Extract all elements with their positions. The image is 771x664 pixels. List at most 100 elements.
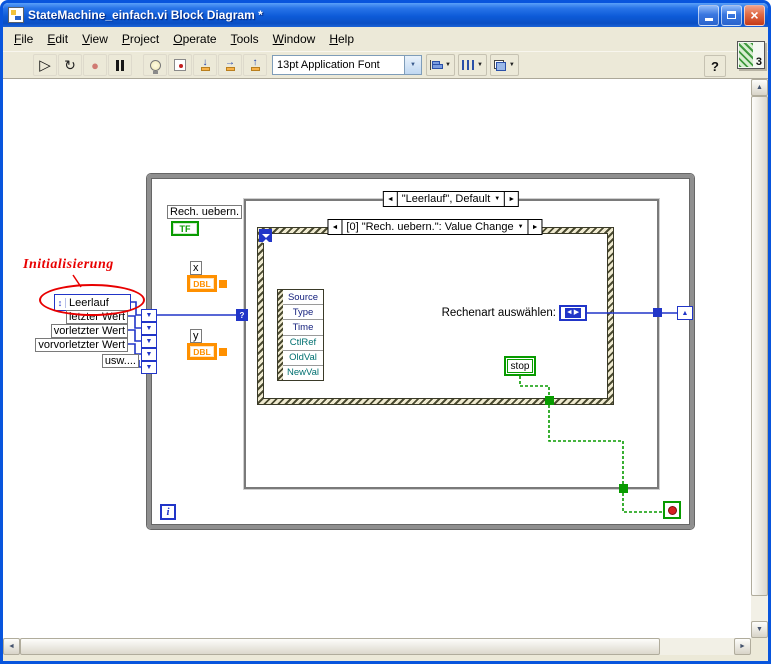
vi-icon-pattern (739, 43, 753, 67)
event-data-item[interactable]: Type (283, 305, 323, 321)
lightbulb-icon (149, 59, 161, 74)
titlebar[interactable]: StateMachine_einfach.vi Block Diagram * … (3, 3, 768, 27)
event-dropdown-icon[interactable]: ▼ (518, 224, 524, 230)
run-icon: ▷ (39, 56, 51, 74)
context-help-button[interactable]: ? (704, 55, 726, 77)
case-dropdown-icon[interactable]: ▼ (494, 196, 500, 202)
event-next-arrow[interactable]: ► (527, 220, 542, 234)
rech-uebern-terminal[interactable]: TF (171, 221, 199, 236)
retain-wire-values-icon (174, 59, 186, 71)
step-out-icon: ↑ (250, 58, 260, 71)
maximize-button[interactable] (721, 4, 742, 26)
case-prev-arrow[interactable]: ◄ (384, 192, 398, 206)
stop-wire-3 (622, 493, 663, 513)
stop-sign-icon (667, 505, 677, 515)
font-selector[interactable]: 13pt Application Font ▼ (272, 55, 422, 75)
retain-wire-values-button[interactable] (168, 54, 192, 76)
horizontal-scrollbar[interactable]: ◄ ► (3, 638, 751, 655)
shift-register-left-4[interactable]: ▼ (141, 348, 157, 361)
step-over-button[interactable]: → (218, 54, 242, 76)
case-selector-label[interactable]: ◄ "Leerlauf", Default ▼ ► (382, 191, 520, 207)
event-data-item[interactable]: OldVal (283, 350, 323, 366)
shift-register-left-3[interactable]: ▼ (141, 335, 157, 348)
reorder-dropdown-arrow: ▼ (508, 62, 515, 68)
menu-operate[interactable]: Operate (166, 29, 223, 49)
labview-window: StateMachine_einfach.vi Block Diagram * … (0, 0, 771, 664)
run-button[interactable]: ▷ (33, 54, 57, 76)
ring-control-terminal[interactable]: ◄▶ (559, 305, 587, 321)
step-out-button[interactable]: ↑ (243, 54, 267, 76)
menu-edit[interactable]: Edit (40, 29, 75, 49)
stop-button-label: stop (507, 359, 533, 373)
menu-window[interactable]: Window (266, 29, 323, 49)
align-dropdown-arrow: ▼ (445, 62, 451, 68)
menu-file[interactable]: File (7, 29, 40, 49)
event-prev-arrow[interactable]: ◄ (328, 220, 343, 234)
scroll-right-button[interactable]: ► (734, 638, 751, 655)
run-continuous-button[interactable]: ↻ (58, 54, 82, 76)
block-diagram-canvas[interactable]: ◄ "Leerlauf", Default ▼ ► ◄ [0] "Rech. ue… (3, 79, 751, 638)
hourglass-icon (261, 233, 270, 243)
reorder-objects-button[interactable]: ▼ (489, 54, 519, 76)
menu-help[interactable]: Help (322, 29, 361, 49)
free-label-vorletzter-wert[interactable]: vorletzter Wert (50, 324, 128, 338)
stop-wire-2 (548, 405, 624, 484)
y-label[interactable]: y (190, 329, 202, 343)
event-selector-label[interactable]: ◄ [0] "Rech. uebern.": Value Change ▼ ► (327, 219, 543, 235)
menu-view[interactable]: View (75, 29, 115, 49)
event-data-item[interactable]: Time (283, 320, 323, 336)
minimize-button[interactable] (698, 4, 719, 26)
event-data-item[interactable]: CtlRef (283, 335, 323, 351)
abort-button[interactable]: ● (83, 54, 107, 76)
font-selector-dropdown[interactable]: ▼ (404, 56, 421, 74)
event-tunnel[interactable] (545, 396, 554, 405)
step-over-icon: → (225, 58, 235, 71)
case-next-arrow[interactable]: ► (504, 192, 518, 206)
annotation-text[interactable]: Initialisierung (23, 257, 114, 273)
font-selector-value: 13pt Application Font (277, 59, 380, 71)
event-data-node[interactable]: Source Type Time CtlRef OldVal NewVal (277, 289, 324, 381)
x-label[interactable]: x (190, 261, 202, 275)
case-tunnel[interactable] (619, 484, 628, 493)
shift-register-left-5[interactable]: ▼ (141, 361, 157, 374)
shift-register-right[interactable]: ▲ (677, 306, 693, 320)
distribute-objects-button[interactable]: ▼ (457, 54, 487, 76)
step-into-button[interactable]: ↓ (193, 54, 217, 76)
scroll-down-button[interactable]: ▼ (751, 621, 768, 638)
rech-uebern-label[interactable]: Rech. uebern. (167, 205, 243, 219)
run-continuous-icon: ↻ (64, 57, 76, 73)
case-selector-terminal[interactable]: ? (236, 309, 248, 321)
menu-project[interactable]: Project (115, 29, 166, 49)
y-terminal[interactable]: DBL (187, 343, 217, 360)
vertical-scroll-thumb[interactable] (751, 96, 768, 596)
align-objects-button[interactable]: ▼ (426, 54, 455, 76)
shift-register-left-2[interactable]: ▼ (141, 322, 157, 335)
horizontal-scroll-thumb[interactable] (20, 638, 660, 655)
distribute-objects-icon (461, 60, 474, 70)
ring-control-label[interactable]: Rechenart auswählen: (440, 307, 556, 319)
event-data-item[interactable]: Source (283, 290, 323, 306)
scroll-left-button[interactable]: ◄ (3, 638, 20, 655)
y-terminal-stub (219, 348, 227, 356)
close-button[interactable]: × (744, 4, 765, 26)
vertical-scrollbar[interactable]: ▲ ▼ (751, 79, 768, 638)
scroll-up-button[interactable]: ▲ (751, 79, 768, 96)
app-icon (8, 7, 24, 23)
free-label-usw[interactable]: usw.... (101, 354, 139, 368)
shift-register-left-1[interactable]: ▼ (141, 309, 157, 322)
event-data-item[interactable]: NewVal (283, 365, 323, 381)
case-output-tunnel[interactable] (653, 308, 662, 317)
free-label-vorvorletzter-wert[interactable]: vorvorletzter Wert (35, 338, 128, 352)
pause-button[interactable] (108, 54, 132, 76)
scrollbar-corner (751, 638, 768, 655)
vi-icon-number: 3 (755, 56, 762, 68)
event-selector-text: [0] "Rech. uebern.": Value Change (346, 221, 514, 233)
menu-tools[interactable]: Tools (224, 29, 266, 49)
vi-icon[interactable]: 3 (737, 41, 765, 69)
stop-button-terminal[interactable]: stop (504, 356, 536, 376)
highlight-execution-button[interactable] (143, 54, 167, 76)
event-timeout-terminal[interactable] (259, 229, 272, 243)
iteration-terminal[interactable]: i (160, 504, 176, 520)
loop-condition-terminal[interactable] (663, 501, 681, 519)
x-terminal[interactable]: DBL (187, 275, 217, 292)
